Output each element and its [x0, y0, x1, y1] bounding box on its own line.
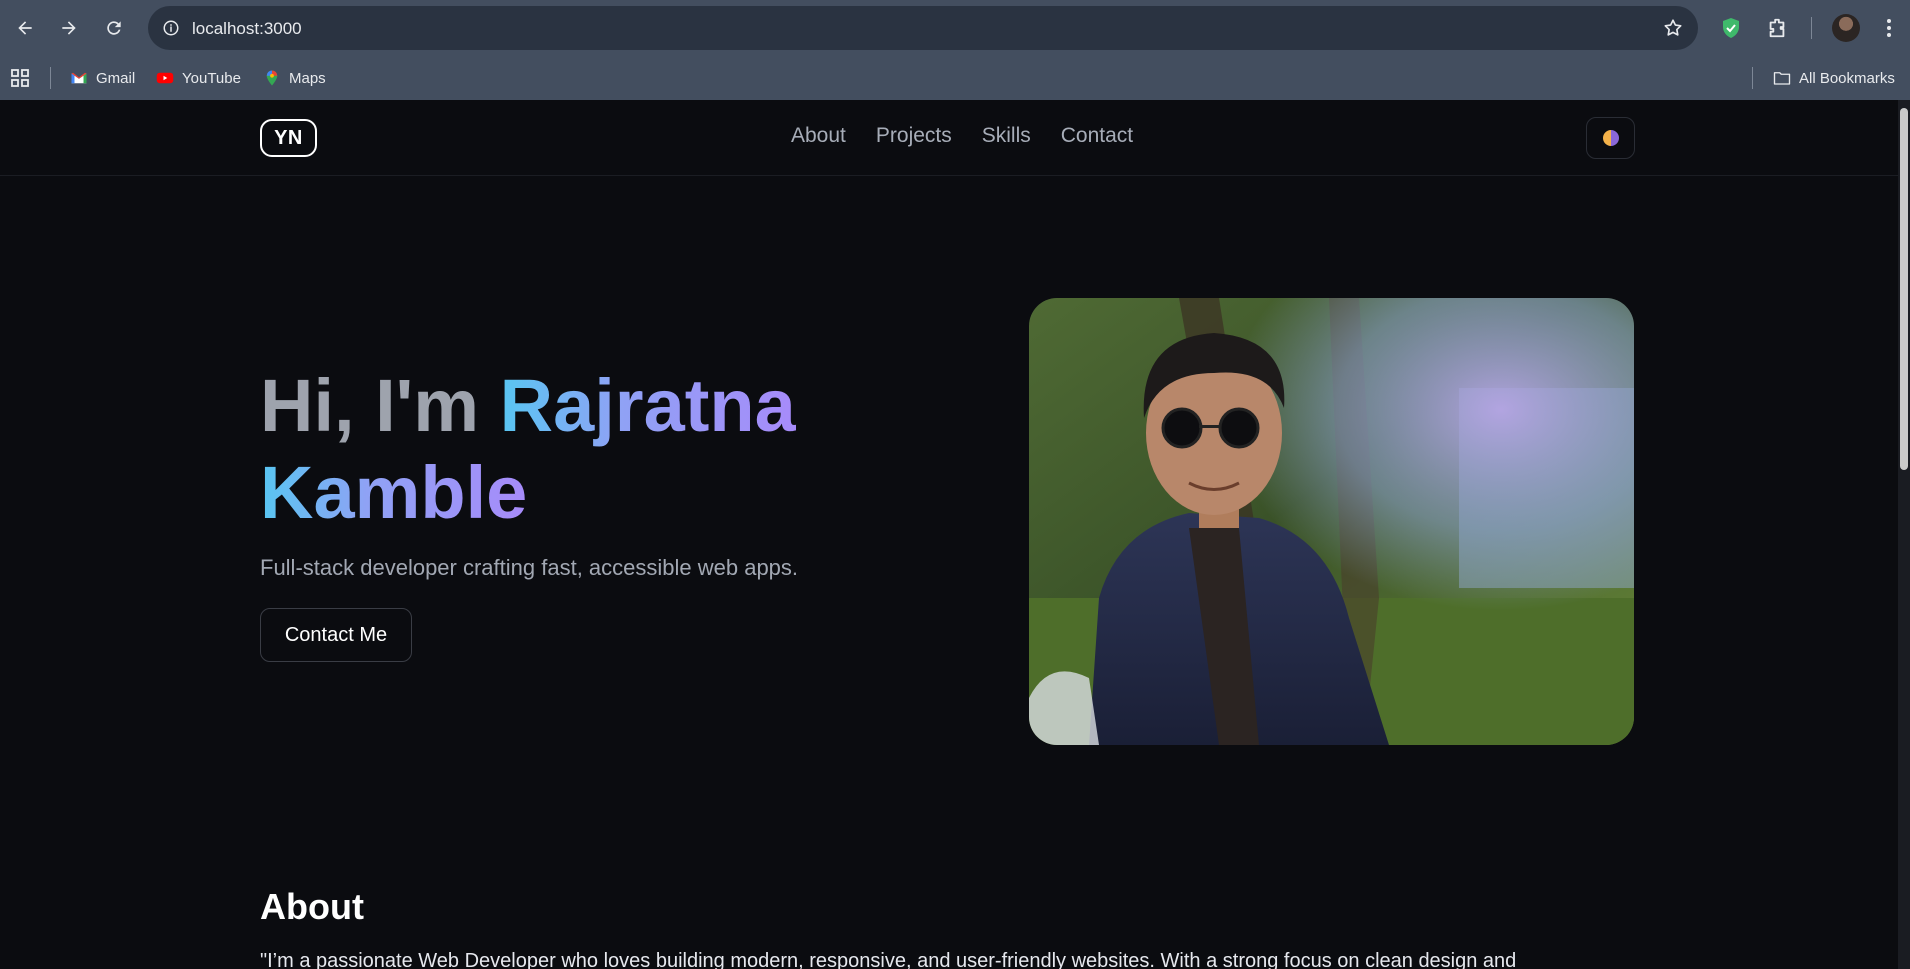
apps-grid-icon[interactable] — [10, 66, 30, 90]
nav-link-skills[interactable]: Skills — [982, 124, 1031, 148]
bookmark-star-icon[interactable] — [1662, 17, 1684, 39]
about-text: "I’m a passionate Web Developer who love… — [260, 950, 1517, 969]
reload-icon — [107, 21, 121, 35]
hero-name-last: Kamble — [260, 451, 528, 534]
bookmarks-divider — [1752, 67, 1753, 89]
theme-icon — [1602, 130, 1619, 146]
all-bookmarks-button[interactable]: All Bookmarks — [1773, 66, 1895, 90]
site-nav: About Projects Skills Contact — [791, 124, 1133, 148]
back-button[interactable] — [8, 11, 42, 45]
site-header: YN About Projects Skills Contact — [0, 100, 1898, 176]
browser-toolbar: localhost:3000 — [0, 0, 1910, 56]
hero-name-first: Rajratna — [499, 364, 796, 447]
bookmark-gmail[interactable]: Gmail — [70, 66, 135, 90]
nav-link-contact[interactable]: Contact — [1061, 124, 1133, 148]
shield-extension-icon[interactable] — [1716, 13, 1746, 43]
nav-link-about[interactable]: About — [791, 124, 846, 148]
contact-me-button[interactable]: Contact Me — [260, 608, 412, 662]
profile-avatar[interactable] — [1832, 14, 1860, 42]
site-info-icon[interactable] — [158, 15, 184, 41]
site-logo[interactable]: YN — [260, 119, 317, 157]
extensions-icon[interactable] — [1762, 13, 1792, 43]
toolbar-divider — [1811, 17, 1812, 39]
youtube-icon — [156, 72, 174, 84]
menu-kebab-icon[interactable] — [1874, 13, 1904, 43]
bookmark-label: Gmail — [96, 69, 136, 87]
forward-button[interactable] — [52, 11, 86, 45]
address-bar[interactable]: localhost:3000 — [148, 6, 1698, 50]
bookmark-youtube[interactable]: YouTube — [156, 66, 241, 90]
reload-button[interactable] — [97, 11, 131, 45]
bookmark-label: YouTube — [182, 69, 241, 87]
all-bookmarks-label: All Bookmarks — [1799, 69, 1895, 87]
about-heading: About — [260, 886, 364, 927]
maps-icon — [266, 70, 278, 86]
gmail-icon — [71, 72, 87, 84]
browser-chrome: localhost:3000 Gmail YouTube Maps All Bo… — [0, 0, 1910, 100]
profile-photo — [1029, 298, 1634, 745]
page-scrollbar[interactable] — [1898, 100, 1910, 969]
nav-link-projects[interactable]: Projects — [876, 124, 952, 148]
bookmark-label: Maps — [289, 69, 326, 87]
bookmarks-bar: Gmail YouTube Maps All Bookmarks — [0, 56, 1910, 100]
bookmarks-divider — [50, 67, 51, 89]
page-viewport: YN About Projects Skills Contact Hi, I'm… — [0, 100, 1898, 969]
theme-toggle-button[interactable] — [1586, 117, 1635, 159]
arrow-left-icon — [18, 21, 32, 35]
hero-title: Hi, I'm Rajratna Kamble — [260, 362, 1020, 536]
bookmark-maps[interactable]: Maps — [263, 66, 326, 90]
hero-greeting: Hi, I'm — [260, 364, 500, 447]
arrow-right-icon — [62, 21, 76, 35]
url-text: localhost:3000 — [192, 19, 302, 38]
hero-subtitle: Full-stack developer crafting fast, acce… — [260, 555, 799, 580]
scrollbar-thumb[interactable] — [1900, 108, 1908, 470]
folder-icon — [1773, 72, 1791, 85]
